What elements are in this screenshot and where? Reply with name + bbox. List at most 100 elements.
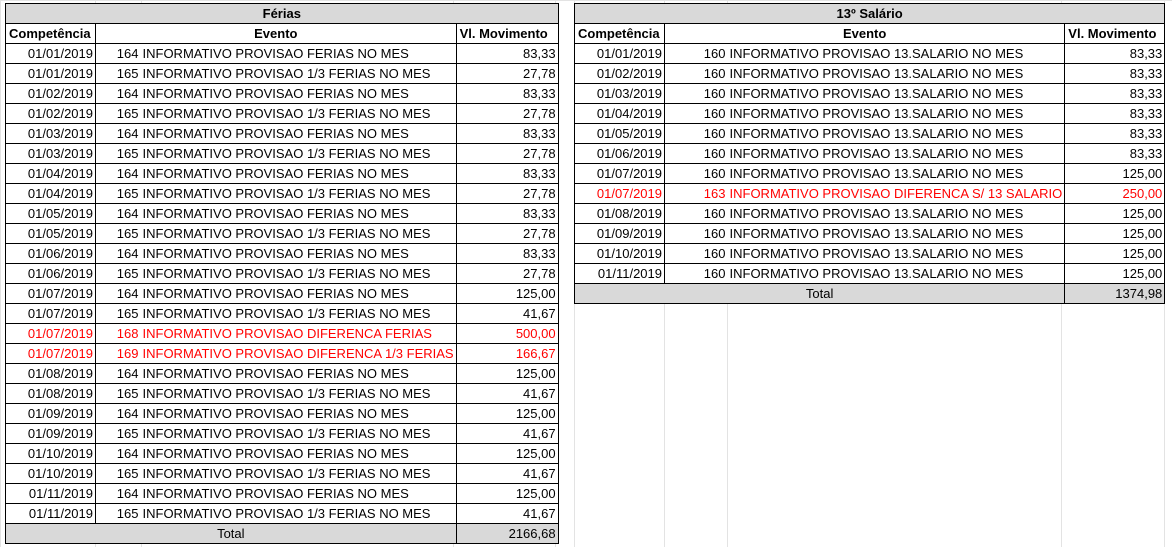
cell-vl-movimento[interactable]: 27,78: [455, 183, 559, 204]
header-evento[interactable]: Evento: [95, 23, 457, 44]
cell-event-code[interactable]: 160: [664, 143, 728, 164]
cell-event-code[interactable]: 164: [95, 403, 141, 424]
cell-event-code[interactable]: 160: [664, 103, 728, 124]
cell-event-description[interactable]: INFORMATIVO PROVISAO 1/3 FERIAS NO MES: [140, 303, 457, 324]
cell-competencia[interactable]: 01/07/2019: [574, 183, 665, 204]
cell-vl-movimento[interactable]: 125,00: [455, 403, 559, 424]
cell-vl-movimento[interactable]: 250,00: [1064, 183, 1166, 204]
cell-vl-movimento[interactable]: 83,33: [455, 43, 559, 64]
cell-event-code[interactable]: 165: [95, 263, 141, 284]
cell-event-code[interactable]: 160: [664, 223, 728, 244]
cell-event-code[interactable]: 164: [95, 123, 141, 144]
cell-event-code[interactable]: 160: [664, 263, 728, 284]
header-competencia[interactable]: Competência: [574, 23, 665, 44]
cell-competencia[interactable]: 01/08/2019: [5, 383, 96, 404]
cell-competencia[interactable]: 01/03/2019: [5, 143, 96, 164]
cell-vl-movimento[interactable]: 125,00: [455, 483, 559, 504]
cell-vl-movimento[interactable]: 83,33: [1064, 63, 1166, 84]
header-vl-movimento[interactable]: Vl. Movimento: [455, 23, 559, 44]
cell-competencia[interactable]: 01/02/2019: [5, 83, 96, 104]
decimo-total-value[interactable]: 1374,98: [1064, 283, 1166, 304]
cell-vl-movimento[interactable]: 166,67: [455, 343, 559, 364]
cell-vl-movimento[interactable]: 125,00: [1064, 223, 1166, 244]
cell-event-description[interactable]: INFORMATIVO PROVISAO 13.SALARIO NO MES: [727, 103, 1066, 124]
cell-event-code[interactable]: 164: [95, 363, 141, 384]
cell-vl-movimento[interactable]: 125,00: [455, 443, 559, 464]
cell-event-code[interactable]: 160: [664, 203, 728, 224]
cell-vl-movimento[interactable]: 500,00: [455, 323, 559, 344]
cell-competencia[interactable]: 01/07/2019: [5, 303, 96, 324]
cell-competencia[interactable]: 01/09/2019: [574, 223, 665, 244]
cell-event-code[interactable]: 165: [95, 503, 141, 524]
cell-competencia[interactable]: 01/07/2019: [5, 283, 96, 304]
cell-event-code[interactable]: 164: [95, 283, 141, 304]
cell-vl-movimento[interactable]: 125,00: [1064, 243, 1166, 264]
cell-event-description[interactable]: INFORMATIVO PROVISAO DIFERENCA S/ 13 SAL…: [727, 183, 1066, 204]
ferias-total-value[interactable]: 2166,68: [455, 523, 559, 544]
cell-vl-movimento[interactable]: 27,78: [455, 223, 559, 244]
cell-vl-movimento[interactable]: 27,78: [455, 63, 559, 84]
cell-competencia[interactable]: 01/01/2019: [5, 43, 96, 64]
cell-vl-movimento[interactable]: 83,33: [455, 243, 559, 264]
cell-event-description[interactable]: INFORMATIVO PROVISAO 13.SALARIO NO MES: [727, 163, 1066, 184]
cell-vl-movimento[interactable]: 27,78: [455, 263, 559, 284]
cell-vl-movimento[interactable]: 83,33: [1064, 83, 1166, 104]
header-vl-movimento[interactable]: Vl. Movimento: [1064, 23, 1166, 44]
cell-competencia[interactable]: 01/06/2019: [5, 263, 96, 284]
cell-event-description[interactable]: INFORMATIVO PROVISAO 1/3 FERIAS NO MES: [140, 143, 457, 164]
cell-competencia[interactable]: 01/03/2019: [574, 83, 665, 104]
cell-competencia[interactable]: 01/07/2019: [5, 343, 96, 364]
cell-competencia[interactable]: 01/04/2019: [5, 183, 96, 204]
cell-event-code[interactable]: 164: [95, 483, 141, 504]
cell-event-code[interactable]: 160: [664, 123, 728, 144]
cell-event-code[interactable]: 165: [95, 223, 141, 244]
cell-competencia[interactable]: 01/05/2019: [574, 123, 665, 144]
cell-competencia[interactable]: 01/06/2019: [574, 143, 665, 164]
cell-vl-movimento[interactable]: 83,33: [455, 163, 559, 184]
cell-event-description[interactable]: INFORMATIVO PROVISAO FERIAS NO MES: [140, 243, 457, 264]
cell-event-code[interactable]: 160: [664, 243, 728, 264]
cell-event-code[interactable]: 165: [95, 143, 141, 164]
cell-event-description[interactable]: INFORMATIVO PROVISAO FERIAS NO MES: [140, 403, 457, 424]
cell-competencia[interactable]: 01/07/2019: [5, 323, 96, 344]
cell-competencia[interactable]: 01/11/2019: [574, 263, 665, 284]
cell-event-description[interactable]: INFORMATIVO PROVISAO FERIAS NO MES: [140, 83, 457, 104]
cell-vl-movimento[interactable]: 125,00: [455, 283, 559, 304]
cell-event-description[interactable]: INFORMATIVO PROVISAO FERIAS NO MES: [140, 123, 457, 144]
cell-event-description[interactable]: INFORMATIVO PROVISAO FERIAS NO MES: [140, 163, 457, 184]
cell-competencia[interactable]: 01/05/2019: [5, 223, 96, 244]
cell-event-description[interactable]: INFORMATIVO PROVISAO 1/3 FERIAS NO MES: [140, 223, 457, 244]
cell-event-description[interactable]: INFORMATIVO PROVISAO FERIAS NO MES: [140, 443, 457, 464]
cell-event-description[interactable]: INFORMATIVO PROVISAO 13.SALARIO NO MES: [727, 43, 1066, 64]
cell-event-description[interactable]: INFORMATIVO PROVISAO FERIAS NO MES: [140, 43, 457, 64]
cell-event-code[interactable]: 164: [95, 203, 141, 224]
cell-vl-movimento[interactable]: 41,67: [455, 303, 559, 324]
cell-vl-movimento[interactable]: 41,67: [455, 423, 559, 444]
cell-vl-movimento[interactable]: 125,00: [1064, 203, 1166, 224]
cell-competencia[interactable]: 01/02/2019: [574, 63, 665, 84]
cell-event-description[interactable]: INFORMATIVO PROVISAO 13.SALARIO NO MES: [727, 143, 1066, 164]
cell-vl-movimento[interactable]: 125,00: [1064, 263, 1166, 284]
cell-event-description[interactable]: INFORMATIVO PROVISAO 13.SALARIO NO MES: [727, 203, 1066, 224]
cell-competencia[interactable]: 01/10/2019: [574, 243, 665, 264]
cell-competencia[interactable]: 01/11/2019: [5, 483, 96, 504]
cell-event-code[interactable]: 165: [95, 183, 141, 204]
cell-event-code[interactable]: 164: [95, 443, 141, 464]
cell-event-code[interactable]: 165: [95, 103, 141, 124]
cell-competencia[interactable]: 01/07/2019: [574, 163, 665, 184]
cell-competencia[interactable]: 01/10/2019: [5, 463, 96, 484]
cell-vl-movimento[interactable]: 41,67: [455, 503, 559, 524]
cell-event-description[interactable]: INFORMATIVO PROVISAO 1/3 FERIAS NO MES: [140, 503, 457, 524]
cell-event-description[interactable]: INFORMATIVO PROVISAO DIFERENCA 1/3 FERIA…: [140, 343, 457, 364]
cell-event-description[interactable]: INFORMATIVO PROVISAO FERIAS NO MES: [140, 283, 457, 304]
cell-vl-movimento[interactable]: 41,67: [455, 383, 559, 404]
cell-event-description[interactable]: INFORMATIVO PROVISAO 1/3 FERIAS NO MES: [140, 63, 457, 84]
cell-event-description[interactable]: INFORMATIVO PROVISAO FERIAS NO MES: [140, 483, 457, 504]
cell-vl-movimento[interactable]: 83,33: [1064, 103, 1166, 124]
cell-event-description[interactable]: INFORMATIVO PROVISAO 13.SALARIO NO MES: [727, 123, 1066, 144]
cell-vl-movimento[interactable]: 83,33: [455, 123, 559, 144]
cell-vl-movimento[interactable]: 83,33: [455, 203, 559, 224]
cell-event-description[interactable]: INFORMATIVO PROVISAO 1/3 FERIAS NO MES: [140, 383, 457, 404]
cell-vl-movimento[interactable]: 41,67: [455, 463, 559, 484]
header-competencia[interactable]: Competência: [5, 23, 96, 44]
